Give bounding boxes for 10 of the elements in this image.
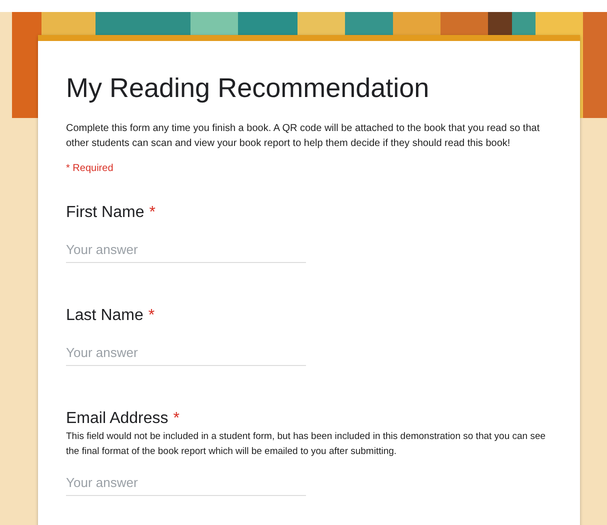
required-note: * Required	[66, 163, 114, 174]
question-label: Email Address	[66, 410, 168, 428]
required-asterisk: *	[149, 204, 156, 222]
form-title: My Reading Recommendation	[66, 72, 430, 105]
form-description: Complete this form any time you finish a book. A QR code will be attached to the book that you read so that other students can scan and view your book report to help them decide if they should read this book!	[66, 122, 541, 151]
question-label: First Name	[66, 204, 144, 222]
question-help-text: This field would not be included in a student form, but has been included in this demonstration so that you can see the final format of the book report which will be emailed to you after submitting.	[66, 430, 547, 459]
question-label: Last Name	[66, 307, 144, 325]
required-asterisk: *	[148, 307, 155, 325]
required-asterisk: *	[173, 410, 180, 428]
